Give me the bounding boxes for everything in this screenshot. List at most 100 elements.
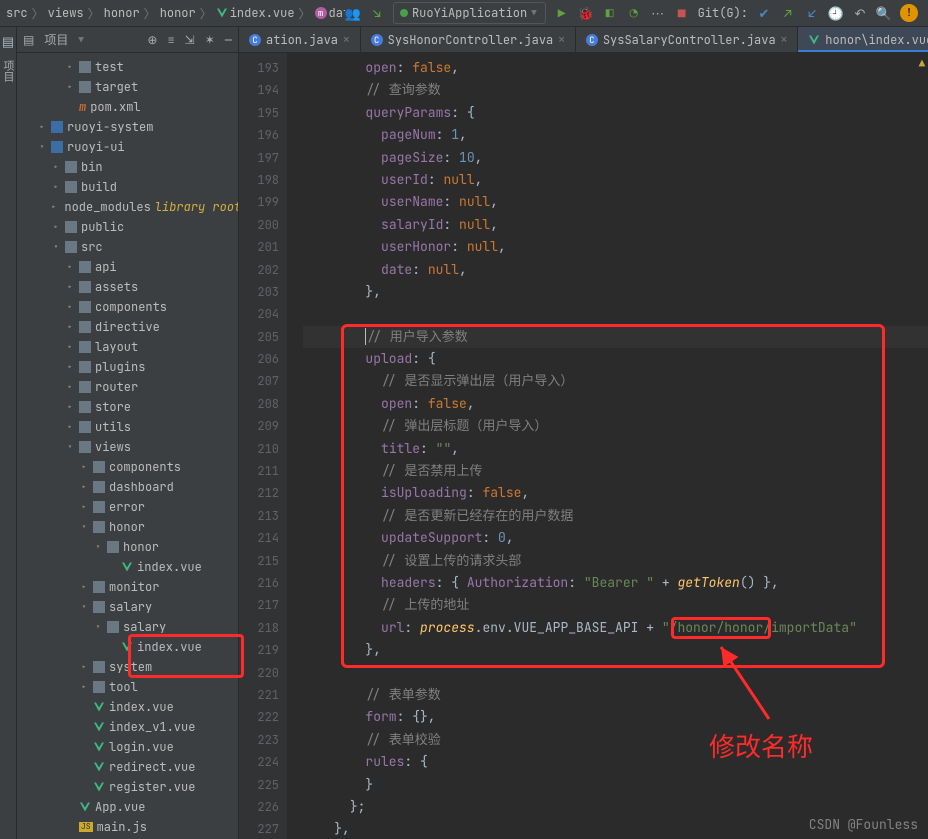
close-icon[interactable]: ✕ xyxy=(781,33,788,47)
tree-item[interactable]: mpom.xml xyxy=(17,97,238,117)
folder-icon xyxy=(79,341,91,353)
tree-item[interactable]: redirect.vue xyxy=(17,757,238,777)
editor-tab[interactable]: CSysSalaryController.java✕ xyxy=(576,27,798,52)
tree-item[interactable]: ▸api xyxy=(17,257,238,277)
breadcrumb-item[interactable]: honor xyxy=(160,5,196,21)
editor-pane: Cation.java✕CSysHonorController.java✕CSy… xyxy=(239,27,928,839)
tree-item[interactable]: ▸public xyxy=(17,217,238,237)
project-tool-label[interactable]: 项目 xyxy=(0,56,16,86)
git-rollback-icon[interactable]: ↶ xyxy=(852,5,868,21)
project-tool-icon[interactable]: ▤ xyxy=(2,33,14,50)
vue-icon xyxy=(121,641,133,653)
tree-item[interactable]: login.vue xyxy=(17,737,238,757)
tree-item[interactable]: ▸build xyxy=(17,177,238,197)
tree-item[interactable]: ▸test xyxy=(17,57,238,77)
tree-item[interactable]: ▸components xyxy=(17,297,238,317)
users-icon[interactable]: 👥 xyxy=(345,5,361,21)
tree-item[interactable]: register.vue xyxy=(17,777,238,797)
coverage-icon[interactable]: ◧ xyxy=(602,5,618,21)
profile-icon[interactable]: ◔ xyxy=(626,5,642,21)
js-icon: JS xyxy=(79,822,93,832)
tree-item[interactable]: ▸bin xyxy=(17,157,238,177)
folder-icon xyxy=(93,481,105,493)
toolbar-right: 👥 ↘ RuoYiApplication ▼ ▶ 🐞 ◧ ◔ ⋯ ■ Git(G… xyxy=(345,2,922,24)
editor-tab[interactable]: honor\index.vue✕ xyxy=(798,27,928,52)
tree-item[interactable]: ▸ruoyi-system xyxy=(17,117,238,137)
breadcrumb-item[interactable]: honor xyxy=(104,5,140,21)
vue-icon xyxy=(93,701,105,713)
folder-icon xyxy=(79,421,91,433)
git-commit-icon[interactable]: ✔ xyxy=(756,5,772,21)
breadcrumb-item[interactable]: src xyxy=(6,5,28,21)
editor-tab[interactable]: Cation.java✕ xyxy=(239,27,361,52)
tree-item[interactable]: ▾ruoyi-ui xyxy=(17,137,238,157)
breadcrumb-item[interactable]: index.vue xyxy=(216,5,295,21)
project-tree[interactable]: ▸test▸targetmpom.xml▸ruoyi-system▾ruoyi-… xyxy=(17,53,238,839)
breadcrumbs[interactable]: src〉views〉honor〉honor〉index.vue〉mdata() xyxy=(6,5,345,22)
gear-icon[interactable]: ✶ xyxy=(205,32,215,48)
hide-icon[interactable]: — xyxy=(225,32,232,48)
debug-icon[interactable]: 🐞 xyxy=(578,5,594,21)
tree-item[interactable]: index.vue xyxy=(17,697,238,717)
build-icon[interactable]: ↘ xyxy=(369,5,385,21)
folder-icon xyxy=(93,581,105,593)
git-push-icon[interactable]: ↗ xyxy=(780,5,796,21)
tree-item[interactable]: ▸store xyxy=(17,397,238,417)
tree-item[interactable]: App.vue xyxy=(17,797,238,817)
attach-icon[interactable]: ⋯ xyxy=(650,5,666,21)
tree-item[interactable]: ▸layout xyxy=(17,337,238,357)
tree-item[interactable]: ▸directive xyxy=(17,317,238,337)
tree-item[interactable]: index.vue xyxy=(17,637,238,657)
avatar[interactable]: ! xyxy=(900,4,918,22)
folder-icon xyxy=(93,521,105,533)
tree-item[interactable]: ▸target xyxy=(17,77,238,97)
code-area[interactable]: open: false, // 查询参数 queryParams: { page… xyxy=(287,53,928,839)
tree-item[interactable]: ▸router xyxy=(17,377,238,397)
select-file-icon[interactable]: ⊕ xyxy=(147,32,157,48)
folder-icon xyxy=(79,301,91,313)
close-icon[interactable]: ✕ xyxy=(343,33,350,47)
tree-item[interactable]: index.vue xyxy=(17,557,238,577)
tree-item[interactable]: ▾src xyxy=(17,237,238,257)
tree-item[interactable]: ▸assets xyxy=(17,277,238,297)
tree-item[interactable]: ▸components xyxy=(17,457,238,477)
project-panel: ▤ 项目 ▼ ⊕ ≡ ⇲ ✶ — ▸test▸targetmpom.xml▸ru… xyxy=(17,27,239,839)
tree-item[interactable]: JSmain.js xyxy=(17,817,238,837)
close-icon[interactable]: ✕ xyxy=(558,33,565,47)
tree-item[interactable]: ▸system xyxy=(17,657,238,677)
gutter: 1931941951961971981992002012022032042052… xyxy=(239,53,287,839)
folder-icon xyxy=(79,81,91,93)
folder-icon xyxy=(107,621,119,633)
tree-item[interactable]: ▸node_modules library root xyxy=(17,197,238,217)
left-tool-stripe: ▤ 项目 xyxy=(0,27,17,839)
tree-item[interactable]: index_v1.vue xyxy=(17,717,238,737)
tree-item[interactable]: ▾salary xyxy=(17,617,238,637)
tree-item[interactable]: ▸tool xyxy=(17,677,238,697)
tree-item[interactable]: ▾salary xyxy=(17,597,238,617)
tree-item[interactable]: ▾views xyxy=(17,437,238,457)
tree-item[interactable]: ▸monitor xyxy=(17,577,238,597)
run-config-select[interactable]: RuoYiApplication ▼ xyxy=(393,2,546,24)
folder-icon xyxy=(65,241,77,253)
tree-item[interactable]: ▸utils xyxy=(17,417,238,437)
breadcrumb-item[interactable]: mdata() xyxy=(315,5,345,21)
editor-tab[interactable]: CSysHonorController.java✕ xyxy=(361,27,576,52)
tree-item[interactable]: ▸dashboard xyxy=(17,477,238,497)
stop-icon[interactable]: ■ xyxy=(674,5,690,21)
warnings-icon[interactable]: ▲ xyxy=(919,57,926,71)
tree-item[interactable]: ▸plugins xyxy=(17,357,238,377)
breadcrumb-item[interactable]: views xyxy=(48,5,84,21)
chevron-down-icon[interactable]: ▼ xyxy=(78,34,83,46)
search-icon[interactable]: 🔍 xyxy=(876,5,892,21)
tree-item[interactable]: ▾honor xyxy=(17,517,238,537)
folder-icon xyxy=(93,501,105,513)
git-history-icon[interactable]: 🕘 xyxy=(828,5,844,21)
tree-item[interactable]: ▾honor xyxy=(17,537,238,557)
folder-icon xyxy=(79,261,91,273)
tree-item[interactable]: ▸error xyxy=(17,497,238,517)
folder-icon xyxy=(79,61,91,73)
git-pull-icon[interactable]: ↙ xyxy=(804,5,820,21)
expand-icon[interactable]: ≡ xyxy=(167,32,174,48)
collapse-icon[interactable]: ⇲ xyxy=(185,32,195,48)
run-icon[interactable]: ▶ xyxy=(554,5,570,21)
